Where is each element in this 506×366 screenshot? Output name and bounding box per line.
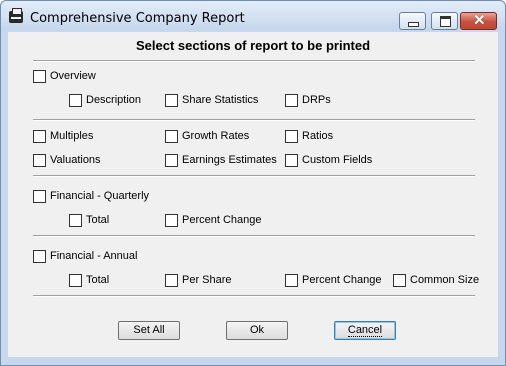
- separator: [33, 175, 475, 177]
- checkbox-label: Percent Change: [302, 274, 382, 286]
- custom-fields-checkbox[interactable]: Custom Fields: [285, 152, 372, 168]
- checkbox-box[interactable]: [393, 273, 406, 287]
- checkbox-box[interactable]: [69, 213, 82, 227]
- checkbox-label: Custom Fields: [302, 154, 373, 166]
- printer-icon: [9, 8, 23, 23]
- checkbox-label: Overview: [50, 70, 96, 82]
- button-label: Cancel: [347, 324, 383, 337]
- checkbox-box[interactable]: [165, 213, 178, 227]
- separator: [33, 235, 475, 237]
- checkbox-box[interactable]: [285, 153, 298, 167]
- checkbox-box[interactable]: [33, 189, 46, 203]
- share-statistics-checkbox[interactable]: Share Statistics: [165, 92, 258, 108]
- dialog-heading: Select sections of report to be printed: [135, 38, 371, 53]
- checkbox-label: Per Share: [182, 274, 232, 286]
- ok-button[interactable]: Ok: [226, 321, 288, 340]
- separator: [33, 119, 475, 121]
- drps-checkbox[interactable]: DRPs: [285, 92, 331, 108]
- checkbox-label: Growth Rates: [182, 130, 250, 142]
- checkbox-label: Total: [86, 214, 110, 226]
- growth-rates-checkbox[interactable]: Growth Rates: [165, 128, 249, 144]
- checkbox-box[interactable]: [69, 93, 82, 107]
- checkbox-box[interactable]: [165, 93, 178, 107]
- annual-percent-change-checkbox[interactable]: Percent Change: [285, 272, 382, 288]
- maximize-button[interactable]: [431, 12, 458, 30]
- financial-quarterly-checkbox[interactable]: Financial - Quarterly: [33, 188, 149, 204]
- checkbox-label: Multiples: [50, 130, 94, 142]
- checkbox-box[interactable]: [33, 69, 46, 83]
- checkbox-label: Description: [86, 94, 142, 106]
- minimize-icon: [408, 22, 419, 27]
- checkbox-box[interactable]: [33, 249, 46, 263]
- checkbox-label: Common Size: [410, 274, 480, 286]
- checkbox-box[interactable]: [33, 153, 46, 167]
- checkbox-label: Total: [86, 274, 110, 286]
- ratios-checkbox[interactable]: Ratios: [285, 128, 333, 144]
- button-label: Ok: [249, 324, 265, 336]
- overview-checkbox[interactable]: Overview: [33, 68, 96, 84]
- separator: [33, 295, 475, 297]
- checkbox-label: Percent Change: [182, 214, 262, 226]
- window-title: Comprehensive Company Report: [30, 11, 245, 26]
- checkbox-label: Ratios: [302, 130, 334, 142]
- checkbox-label: Financial - Quarterly: [50, 190, 150, 202]
- checkbox-label: Financial - Annual: [50, 250, 138, 262]
- cancel-button[interactable]: Cancel: [334, 321, 396, 340]
- earnings-estimates-checkbox[interactable]: Earnings Estimates: [165, 152, 277, 168]
- checkbox-box[interactable]: [33, 129, 46, 143]
- checkbox-label: Valuations: [50, 154, 101, 166]
- checkbox-box[interactable]: [165, 153, 178, 167]
- quarterly-percent-change-checkbox[interactable]: Percent Change: [165, 212, 262, 228]
- checkbox-label: DRPs: [302, 94, 331, 106]
- checkbox-label: Share Statistics: [182, 94, 259, 106]
- valuations-checkbox[interactable]: Valuations: [33, 152, 101, 168]
- annual-common-size-checkbox[interactable]: Common Size: [393, 272, 479, 288]
- button-label: Set All: [133, 324, 165, 336]
- dialog-body: Select sections of report to be printed …: [8, 32, 498, 357]
- checkbox-box[interactable]: [285, 129, 298, 143]
- checkbox-box[interactable]: [285, 93, 298, 107]
- separator: [33, 60, 475, 62]
- maximize-icon: [440, 16, 451, 27]
- checkbox-box[interactable]: [285, 273, 298, 287]
- multiples-checkbox[interactable]: Multiples: [33, 128, 93, 144]
- report-dialog-window: Comprehensive Company Report ✕ Select se…: [0, 0, 506, 366]
- description-checkbox[interactable]: Description: [69, 92, 141, 108]
- minimize-button[interactable]: [399, 12, 426, 30]
- close-button[interactable]: ✕: [460, 12, 497, 30]
- quarterly-total-checkbox[interactable]: Total: [69, 212, 109, 228]
- title-bar[interactable]: Comprehensive Company Report ✕: [1, 1, 505, 31]
- checkbox-box[interactable]: [69, 273, 82, 287]
- set-all-button[interactable]: Set All: [118, 321, 180, 340]
- financial-annual-checkbox[interactable]: Financial - Annual: [33, 248, 137, 264]
- checkbox-label: Earnings Estimates: [182, 154, 277, 166]
- annual-total-checkbox[interactable]: Total: [69, 272, 109, 288]
- checkbox-box[interactable]: [165, 129, 178, 143]
- close-icon: ✕: [473, 12, 486, 29]
- checkbox-box[interactable]: [165, 273, 178, 287]
- annual-per-share-checkbox[interactable]: Per Share: [165, 272, 232, 288]
